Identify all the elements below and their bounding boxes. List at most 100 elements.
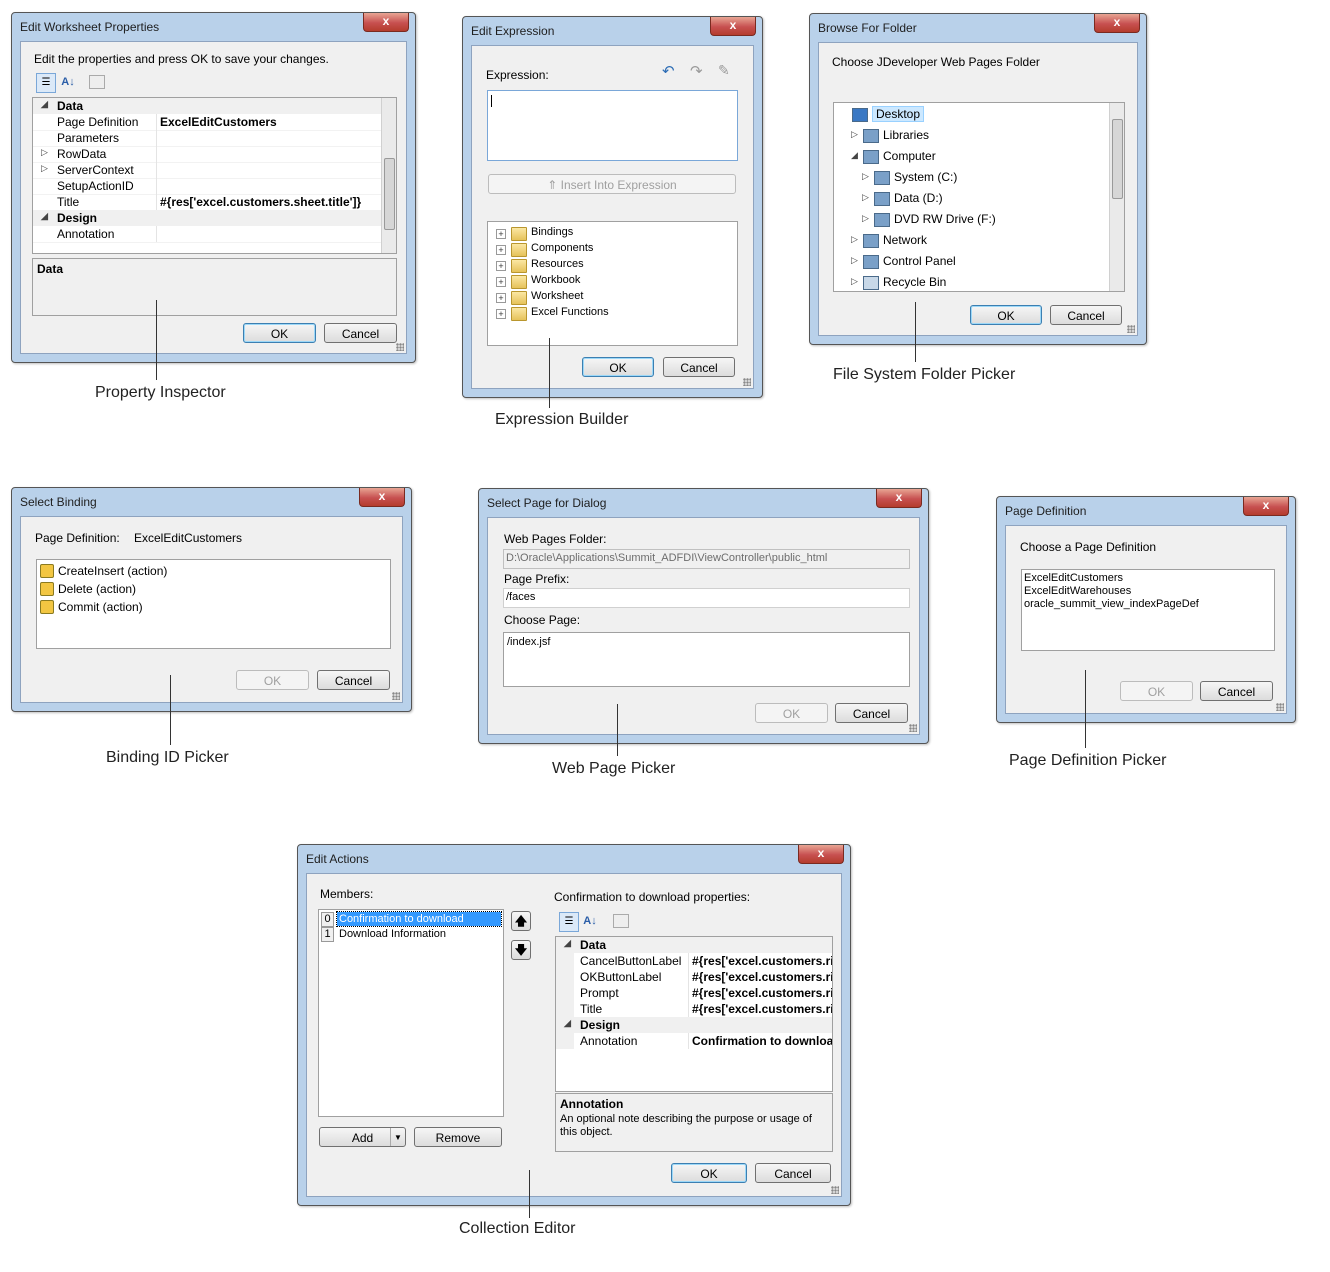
undo-icon[interactable]: ↶ — [662, 62, 675, 80]
ok-button[interactable]: OK — [970, 305, 1042, 325]
tree-item[interactable]: ▷ DVD RW Drive (F:) — [834, 209, 1110, 229]
tree-item[interactable]: ◢ Computer — [834, 146, 1110, 166]
tree-item[interactable]: ▷ Control Panel — [834, 251, 1110, 271]
expand-arrow-icon[interactable]: ▷ — [862, 213, 869, 224]
sort-alphabetical-icon[interactable]: A↓ — [59, 73, 77, 91]
list-item[interactable]: ExcelEditCustomers — [1024, 572, 1123, 584]
page-definition-list[interactable]: ExcelEditCustomers ExcelEditWarehouses ora… — [1021, 569, 1275, 651]
property-category[interactable]: ◢ Design — [33, 210, 382, 226]
expand-arrow-icon[interactable]: ▷ — [851, 129, 858, 140]
property-value[interactable]: #{res['excel.customers.ri — [692, 954, 832, 968]
expand-arrow-icon[interactable]: ▷ — [862, 192, 869, 203]
categorized-view-icon[interactable]: ☰ — [36, 73, 56, 93]
dropdown-arrow-icon[interactable]: ▼ — [390, 1128, 405, 1146]
close-button[interactable]: x — [363, 13, 409, 32]
cancel-button[interactable]: Cancel — [1200, 681, 1273, 701]
property-row[interactable]: Annotation — [33, 226, 382, 243]
list-item[interactable]: Delete (action) — [37, 580, 390, 598]
resize-grip[interactable] — [1127, 325, 1135, 333]
title-bar[interactable]: Edit Actions x — [298, 845, 850, 871]
cancel-button[interactable]: Cancel — [663, 357, 735, 377]
property-row[interactable]: ▷ RowData — [33, 146, 382, 163]
expand-arrow-icon[interactable]: ▷ — [862, 171, 869, 182]
property-category[interactable]: ◢ Design — [556, 1017, 832, 1033]
tree-item[interactable]: + Resources — [488, 257, 737, 273]
expression-input[interactable] — [487, 90, 738, 161]
tree-item[interactable]: ▷ Libraries — [834, 125, 1110, 145]
vertical-scrollbar[interactable] — [381, 98, 396, 253]
tree-item[interactable]: + Workbook — [488, 273, 737, 289]
cancel-button[interactable]: Cancel — [1050, 305, 1122, 325]
property-row[interactable]: Prompt #{res['excel.customers.ri — [556, 985, 832, 1001]
members-list[interactable]: 0 Confirmation to download 1 Download Infor… — [318, 909, 504, 1117]
collapse-arrow-icon[interactable]: ◢ — [851, 150, 858, 161]
expand-icon[interactable]: + — [496, 277, 506, 287]
tree-item[interactable]: ▷ Network — [834, 230, 1110, 250]
add-button[interactable]: Add ▼ — [319, 1127, 406, 1147]
tree-item[interactable]: + Bindings — [488, 225, 737, 241]
expand-arrow-icon[interactable]: ▷ — [851, 255, 858, 266]
cancel-button[interactable]: Cancel — [317, 670, 390, 690]
list-item[interactable]: 1 Download Information — [321, 927, 501, 942]
resize-grip[interactable] — [396, 343, 404, 351]
property-category[interactable]: ◢ Data — [556, 937, 832, 953]
close-button[interactable]: x — [876, 489, 922, 508]
property-grid[interactable]: ◢ Data CancelButtonLabel #{res['excel.custo… — [555, 936, 833, 1092]
property-row[interactable]: Title #{res['excel.customers.sheet.title'… — [33, 194, 382, 211]
cancel-button[interactable]: Cancel — [755, 1163, 831, 1183]
expand-icon[interactable]: + — [496, 293, 506, 303]
close-button[interactable]: x — [1094, 14, 1140, 33]
collapse-arrow-icon[interactable]: ◢ — [41, 99, 48, 110]
list-item[interactable]: CreateInsert (action) — [37, 562, 390, 580]
tree-item[interactable]: ▷ Data (D:) — [834, 188, 1110, 208]
tree-item[interactable]: + Worksheet — [488, 289, 737, 305]
move-down-button[interactable]: 🡇 — [511, 940, 531, 960]
property-row[interactable]: ▷ ServerContext — [33, 162, 382, 179]
resize-grip[interactable] — [909, 724, 917, 732]
resize-grip[interactable] — [392, 692, 400, 700]
property-row[interactable]: SetupActionID — [33, 178, 382, 195]
resize-grip[interactable] — [831, 1186, 839, 1194]
tree-item[interactable]: ▷ System (C:) — [834, 167, 1110, 187]
property-value[interactable]: Confirmation to download — [692, 1034, 832, 1048]
cancel-button[interactable]: Cancel — [324, 323, 397, 343]
resize-grip[interactable] — [1276, 703, 1284, 711]
property-value[interactable]: #{res['excel.customers.sheet.title']} — [160, 195, 361, 209]
ok-button[interactable]: OK — [671, 1163, 747, 1183]
title-bar[interactable]: Select Binding x — [12, 488, 411, 514]
ok-button[interactable]: OK — [1120, 681, 1193, 701]
list-item[interactable]: 0 Confirmation to download — [321, 911, 502, 927]
page-list[interactable]: /index.jsf — [503, 632, 910, 687]
categorized-view-icon[interactable]: ☰ — [559, 912, 579, 932]
property-row[interactable]: OKButtonLabel #{res['excel.customers.ri — [556, 969, 832, 985]
ok-button[interactable]: OK — [236, 670, 309, 690]
page-prefix-input[interactable]: /faces — [503, 588, 910, 608]
expand-arrow-icon[interactable]: ▷ — [851, 234, 858, 245]
list-item[interactable]: ExcelEditWarehouses — [1024, 585, 1131, 597]
tree-item[interactable]: ▷ Recycle Bin — [834, 272, 1110, 291]
property-row[interactable]: CancelButtonLabel #{res['excel.customers.… — [556, 953, 832, 969]
property-row[interactable]: Title #{res['excel.customers.ri — [556, 1001, 832, 1017]
redo-icon[interactable]: ↷ — [690, 62, 703, 80]
tree-item[interactable]: + Excel Functions — [488, 305, 737, 321]
property-value[interactable]: #{res['excel.customers.ri — [692, 1002, 832, 1016]
list-item[interactable]: Commit (action) — [37, 598, 390, 616]
title-bar[interactable]: Select Page for Dialog x — [479, 489, 928, 515]
property-row[interactable]: Annotation Confirmation to download — [556, 1033, 832, 1049]
collapse-arrow-icon[interactable]: ◢ — [564, 938, 571, 949]
close-button[interactable]: x — [359, 488, 405, 507]
close-button[interactable]: x — [798, 845, 844, 864]
clear-icon[interactable]: ✎ — [718, 62, 730, 79]
resize-grip[interactable] — [743, 378, 751, 386]
property-grid[interactable]: ◢ Data Page Definition ExcelEditCustomers Pa… — [32, 97, 397, 254]
expression-tree[interactable]: + Bindings + Components + Resources + Workbook +… — [487, 221, 738, 346]
tree-item[interactable]: + Components — [488, 241, 737, 257]
title-bar[interactable]: Edit Expression x — [463, 17, 762, 43]
ok-button[interactable]: OK — [243, 323, 316, 343]
property-category[interactable]: ◢ Data — [33, 98, 382, 114]
scroll-thumb[interactable] — [1112, 119, 1123, 199]
insert-into-expression-button[interactable]: ⇑ Insert Into Expression — [488, 174, 736, 194]
property-row[interactable]: Page Definition ExcelEditCustomers — [33, 114, 382, 131]
title-bar[interactable]: Page Definition x — [997, 497, 1295, 523]
list-item[interactable]: oracle_summit_view_indexPageDef — [1024, 598, 1199, 610]
